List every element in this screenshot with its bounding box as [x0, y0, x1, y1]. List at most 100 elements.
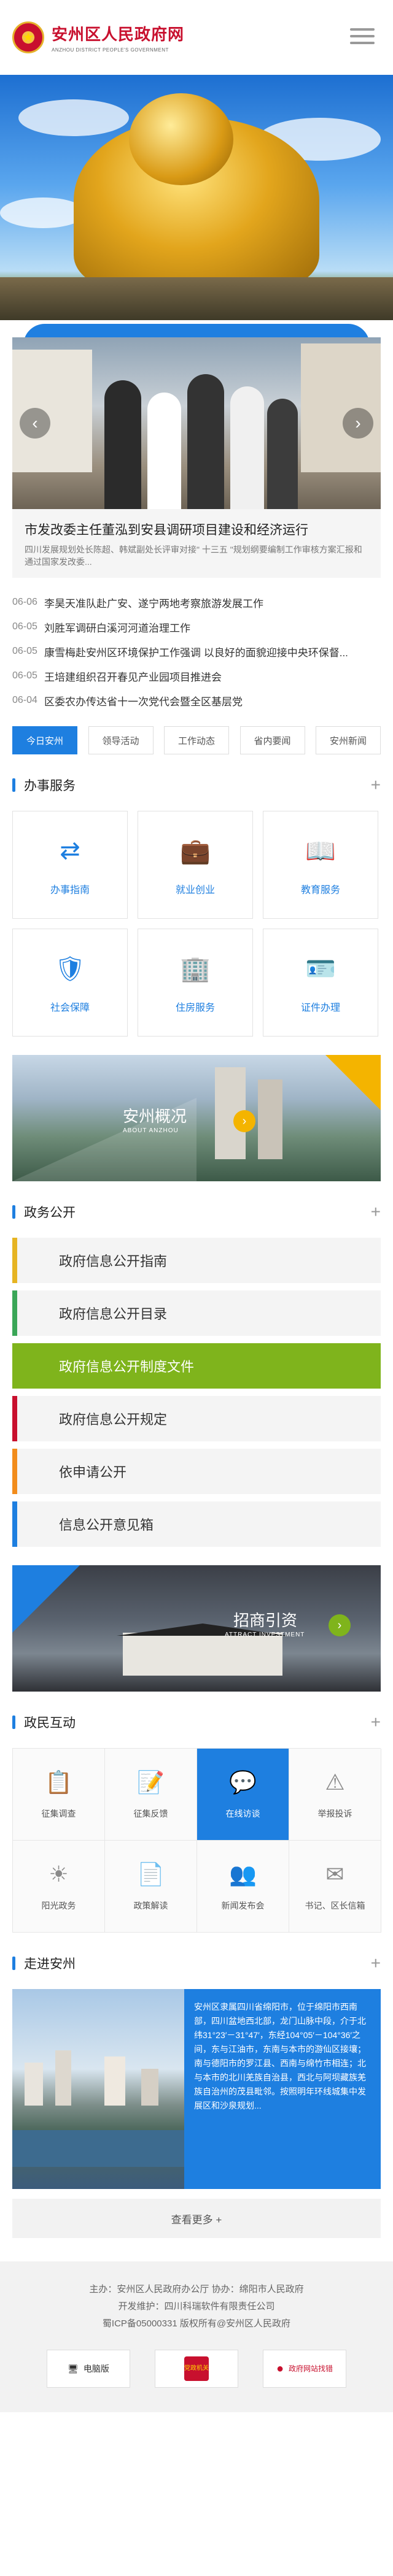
headline-caption[interactable]: 市发改委主任董泓到安县调研项目建设和经济运行 四川发展规划处长陈超、韩斌副处长评…: [12, 509, 381, 578]
gov-open-request-link[interactable]: 依申请公开: [12, 1449, 381, 1494]
expand-plus-icon[interactable]: +: [371, 1712, 381, 1732]
monitor-icon: 🖥: [68, 2364, 79, 2374]
arrow-right-icon[interactable]: ›: [233, 1110, 255, 1132]
news-title: 王培建组织召开春见产业园项目推进会: [44, 671, 222, 683]
interaction-label: 阳光政务: [41, 1900, 76, 1911]
section-title: 走进安州: [12, 1954, 76, 1972]
service-education-button[interactable]: 📖 教育服务: [263, 811, 378, 919]
service-guide-button[interactable]: ⇄ 办事指南: [12, 811, 128, 919]
gov-open-label: 依申请公开: [59, 1465, 127, 1480]
list-item[interactable]: 06-05 刘胜军调研白溪河河道治理工作: [12, 615, 381, 639]
press-conference-icon: 👥: [229, 1861, 257, 1887]
gov-open-label: 政府信息公开指南: [59, 1254, 168, 1269]
service-label: 教育服务: [300, 885, 340, 895]
investment-title: 招商引资: [233, 1611, 298, 1630]
headline-title: 市发改委主任董泓到安县调研项目建设和经济运行: [25, 523, 308, 537]
news-tabs: 今日安州 领导活动 工作动态 省内要闻 安州新闻: [12, 726, 381, 754]
gov-open-catalog-link[interactable]: 政府信息公开目录: [12, 1290, 381, 1336]
error-report-label: 政府网站找错: [289, 2364, 333, 2373]
party-government-badge[interactable]: 党政机关: [155, 2350, 238, 2388]
site-footer: 主办：安州区人民政府办公厅 协办：绵阳市人民政府 开发维护：四川科瑞软件有限责任…: [0, 2261, 393, 2412]
press-conference-button[interactable]: 👥 新闻发布会: [197, 1841, 289, 1933]
investment-banner[interactable]: 招商引资 ATTRACT INVESTMENT ›: [12, 1565, 381, 1692]
about-anzhou-card[interactable]: 安州区隶属四川省绵阳市，位于绵阳市西南部，四川盆地西北部，龙门山脉中段，介于北纬…: [12, 1989, 381, 2189]
footer-sponsor: 主办：安州区人民政府办公厅 协办：绵阳市人民政府: [89, 2284, 304, 2294]
site-branding[interactable]: 安州区人民政府网 ANZHOU DISTRICT PEOPLE'S GOVERN…: [52, 22, 184, 53]
tab-provincial-news[interactable]: 省内要闻: [239, 726, 305, 754]
site-title: 安州区人民政府网: [52, 25, 185, 44]
mailbox-icon: ✉: [325, 1861, 344, 1887]
list-item[interactable]: 06-05 王培建组织召开春见产业园项目推进会: [12, 664, 381, 688]
service-label: 住房服务: [175, 1003, 215, 1013]
gov-open-system-files-link[interactable]: 政府信息公开制度文件: [12, 1343, 381, 1389]
footer-buttons: 🖥 电脑版 党政机关 ● 政府网站找错: [0, 2350, 393, 2388]
national-emblem-icon: ★: [12, 21, 44, 53]
interaction-label: 政策解读: [133, 1900, 168, 1911]
service-housing-button[interactable]: 🏢 住房服务: [138, 929, 253, 1037]
carousel-next-icon[interactable]: ›: [343, 408, 373, 439]
news-title: 区委农办传达省十一次党代会暨全区基层党: [44, 696, 243, 708]
news-date: 06-05: [12, 621, 37, 632]
tab-leader-activities[interactable]: 领导活动: [88, 726, 154, 754]
chat-icon: 💬: [229, 1769, 257, 1795]
news-date: 06-04: [12, 695, 37, 705]
overview-title: 安州概况: [123, 1107, 187, 1125]
desktop-version-label: 电脑版: [83, 2364, 109, 2374]
document-icon: 📄: [137, 1861, 165, 1887]
expand-plus-icon[interactable]: +: [371, 1202, 381, 1222]
book-icon: 📖: [305, 837, 336, 865]
service-certificate-button[interactable]: 🪪 证件办理: [263, 929, 378, 1037]
hero-banner-golden-buddha: [0, 75, 393, 320]
tab-today-anzhou[interactable]: 今日安州: [12, 726, 77, 754]
interaction-label: 在线访谈: [225, 1808, 260, 1819]
gov-open-guide-link[interactable]: 政府信息公开指南: [12, 1238, 381, 1283]
section-title: 政务公开: [12, 1203, 76, 1221]
about-header: 走进安州 +: [12, 1951, 381, 1976]
expand-plus-icon[interactable]: +: [371, 1953, 381, 1973]
view-more-button[interactable]: 查看更多 +: [12, 2199, 381, 2238]
site-header: ★ 安州区人民政府网 ANZHOU DISTRICT PEOPLE'S GOVE…: [0, 0, 393, 75]
complaint-button[interactable]: ⚠ 举报投诉: [289, 1749, 381, 1841]
carousel-prev-icon[interactable]: ‹: [20, 408, 50, 439]
tab-work-updates[interactable]: 工作动态: [164, 726, 229, 754]
policy-interpretation-button[interactable]: 📄 政策解读: [105, 1841, 197, 1933]
mailbox-button[interactable]: ✉ 书记、区长信箱: [289, 1841, 381, 1933]
interaction-label: 新闻发布会: [221, 1900, 265, 1911]
gov-open-label: 政府信息公开规定: [59, 1412, 168, 1427]
section-title: 办事服务: [12, 776, 76, 794]
error-report-icon: ●: [276, 2362, 284, 2375]
list-item[interactable]: 06-04 区委农办传达省十一次党代会暨全区基层党: [12, 688, 381, 713]
warning-icon: ⚠: [325, 1769, 345, 1795]
news-list: 06-06 李昊天准队赴广安、遂宁两地考察旅游发展工作 06-05 刘胜军调研白溪河…: [12, 590, 381, 713]
hamburger-menu-icon[interactable]: [350, 28, 375, 48]
investment-subtitle: ATTRACT INVESTMENT: [225, 1631, 305, 1638]
survey-icon: 📋: [45, 1769, 72, 1795]
briefcase-icon: 💼: [180, 837, 211, 865]
interaction-header: 政民互动 +: [12, 1710, 381, 1735]
service-label: 证件办理: [300, 1003, 340, 1013]
headline-news-image[interactable]: ‹ ›: [12, 337, 381, 509]
section-title: 政民互动: [12, 1713, 76, 1731]
overview-banner[interactable]: 安州概况 ABOUT ANZHOU ›: [12, 1055, 381, 1181]
survey-button[interactable]: 📋 征集调查: [13, 1749, 105, 1841]
feedback-button[interactable]: 📝 征集反馈: [105, 1749, 197, 1841]
gov-open-regulations-link[interactable]: 政府信息公开规定: [12, 1396, 381, 1441]
gov-open-suggestion-box-link[interactable]: 信息公开意见箱: [12, 1501, 381, 1547]
gov-site-error-report-button[interactable]: ● 政府网站找错: [263, 2350, 346, 2388]
services-grid: ⇄ 办事指南 💼 就业创业 📖 教育服务 🛡 社会保障 🏢 住房服务 🪪 证件办理: [12, 811, 381, 1037]
expand-plus-icon[interactable]: +: [371, 775, 381, 795]
desktop-version-button[interactable]: 🖥 电脑版: [47, 2350, 130, 2388]
list-item[interactable]: 06-05 康雪梅赴安州区环境保护工作强调 以良好的面貌迎接中央环保督...: [12, 639, 381, 664]
id-card-icon: 🪪: [305, 955, 336, 983]
service-social-security-button[interactable]: 🛡 社会保障: [12, 929, 128, 1037]
sunshine-affairs-button[interactable]: ☀ 阳光政务: [13, 1841, 105, 1933]
arrow-right-icon[interactable]: ›: [329, 1614, 351, 1636]
tab-anzhou-news[interactable]: 安州新闻: [316, 726, 381, 754]
news-title: 康雪梅赴安州区环境保护工作强调 以良好的面貌迎接中央环保督...: [44, 646, 348, 659]
interaction-label: 举报投诉: [317, 1808, 352, 1819]
city-aerial-image: [12, 1989, 184, 2189]
service-employment-button[interactable]: 💼 就业创业: [138, 811, 253, 919]
online-interview-button[interactable]: 💬 在线访谈: [197, 1749, 289, 1841]
list-item[interactable]: 06-06 李昊天准队赴广安、遂宁两地考察旅游发展工作: [12, 590, 381, 615]
news-date: 06-06: [12, 597, 37, 607]
